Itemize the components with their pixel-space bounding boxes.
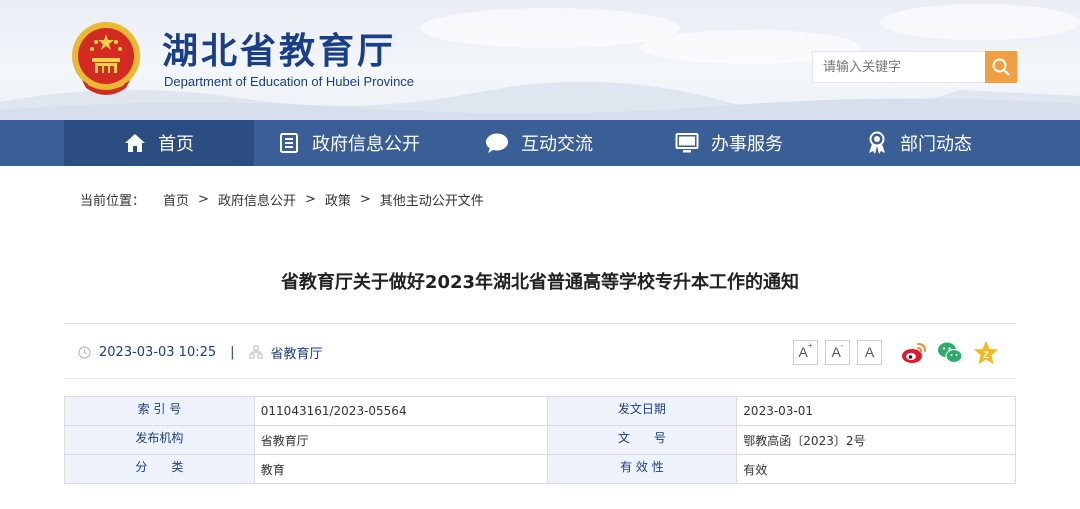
article-meta-bar: 2023-03-03 10:25 | 省教育厅 A+ A- A Z — [64, 323, 1016, 379]
issue-date-label: 发文日期 — [546, 396, 738, 426]
breadcrumb-item-policy[interactable]: 政策 — [325, 190, 351, 209]
award-icon — [869, 131, 885, 154]
breadcrumb-item-home[interactable]: 首页 — [163, 190, 189, 209]
nav-item-label: 办事服务 — [711, 134, 783, 155]
validity-label: 有 效 性 — [546, 454, 738, 484]
national-emblem-icon — [72, 22, 140, 95]
nav-item-label: 政府信息公开 — [312, 134, 420, 155]
font-button-label: A — [864, 344, 875, 360]
article-meta: 2023-03-03 10:25 | 省教育厅 — [78, 343, 323, 362]
article-title: 省教育厅关于做好2023年湖北省普通高等学校专升本工作的通知 — [280, 272, 800, 293]
font-size-reset-button[interactable]: A — [857, 340, 882, 365]
publish-source: 省教育厅 — [270, 346, 323, 362]
site-header: 湖北省教育厅 Department of Education of Hubei … — [0, 0, 1080, 120]
breadcrumb-separator: > — [198, 191, 209, 207]
index-number-value: 011043161/2023-05564 — [253, 396, 548, 426]
site-subtitle: Department of Education of Hubei Provinc… — [164, 74, 415, 89]
document-number-label: 文 号 — [546, 425, 738, 455]
weibo-share-icon[interactable] — [900, 339, 928, 367]
nav-item-label: 部门动态 — [900, 134, 972, 155]
nav-item-news[interactable]: 部门动态 — [824, 120, 1014, 166]
breadcrumb-prefix: 当前位置： — [80, 193, 146, 209]
nav-item-home[interactable]: 首页 — [64, 120, 254, 166]
site-title: 湖北省教育厅 — [162, 30, 397, 72]
organization-icon — [249, 345, 263, 359]
issue-date-value: 2023-03-01 — [736, 396, 1016, 426]
breadcrumb-separator: > — [359, 191, 371, 207]
nav-item-label: 首页 — [158, 134, 194, 155]
meta-separator: | — [230, 344, 235, 360]
font-button-label: A — [831, 344, 841, 360]
publisher-label: 发布机构 — [64, 425, 255, 455]
wechat-share-icon[interactable] — [936, 339, 964, 367]
search-icon — [992, 58, 1010, 76]
font-size-decrease-button[interactable]: A- — [825, 340, 850, 365]
table-row: 分 类 教育 有 效 性 有效 — [64, 454, 1016, 484]
font-button-label: A — [798, 344, 808, 360]
home-icon — [125, 134, 145, 152]
svg-text:Z: Z — [983, 350, 989, 360]
search-button[interactable] — [985, 51, 1017, 83]
breadcrumb-item-gov-info[interactable]: 政府信息公开 — [218, 190, 296, 209]
monitor-icon — [675, 133, 699, 153]
cloud-decoration — [420, 8, 680, 48]
publish-datetime: 2023-03-03 10:25 — [99, 344, 217, 360]
font-size-increase-button[interactable]: A+ — [793, 340, 818, 365]
table-row: 发布机构 省教育厅 文 号 鄂教高函〔2023〕2号 — [64, 425, 1016, 455]
search-input[interactable] — [812, 51, 986, 83]
category-value: 教育 — [253, 454, 548, 484]
index-number-label: 索 引 号 — [64, 396, 255, 426]
nav-item-interaction[interactable]: 互动交流 — [444, 120, 634, 166]
nav-item-label: 互动交流 — [521, 134, 593, 155]
chat-icon — [486, 133, 508, 153]
validity-value: 有效 — [736, 454, 1016, 484]
breadcrumb-item-other-files[interactable]: 其他主动公开文件 — [380, 190, 484, 209]
document-number-value: 鄂教高函〔2023〕2号 — [736, 425, 1016, 455]
main-nav: 首页 政府信息公开 互动交流 办事服务 部门动态 — [0, 120, 1080, 166]
document-icon — [280, 133, 298, 153]
breadcrumb: 当前位置： 首页 > 政府信息公开 > 政策 > 其他主动公开文件 — [80, 190, 484, 209]
publisher-value: 省教育厅 — [253, 425, 548, 455]
clock-icon — [78, 345, 91, 359]
cloud-decoration — [880, 4, 1080, 40]
nav-item-gov-info[interactable]: 政府信息公开 — [254, 120, 444, 166]
nav-item-services[interactable]: 办事服务 — [634, 120, 824, 166]
category-label: 分 类 — [64, 454, 255, 484]
document-info-table: 索 引 号 011043161/2023-05564 发文日期 2023-03-… — [64, 396, 1016, 484]
breadcrumb-separator: > — [304, 191, 316, 207]
table-row: 索 引 号 011043161/2023-05564 发文日期 2023-03-… — [64, 396, 1016, 426]
favorite-icon[interactable]: Z — [972, 339, 1000, 367]
